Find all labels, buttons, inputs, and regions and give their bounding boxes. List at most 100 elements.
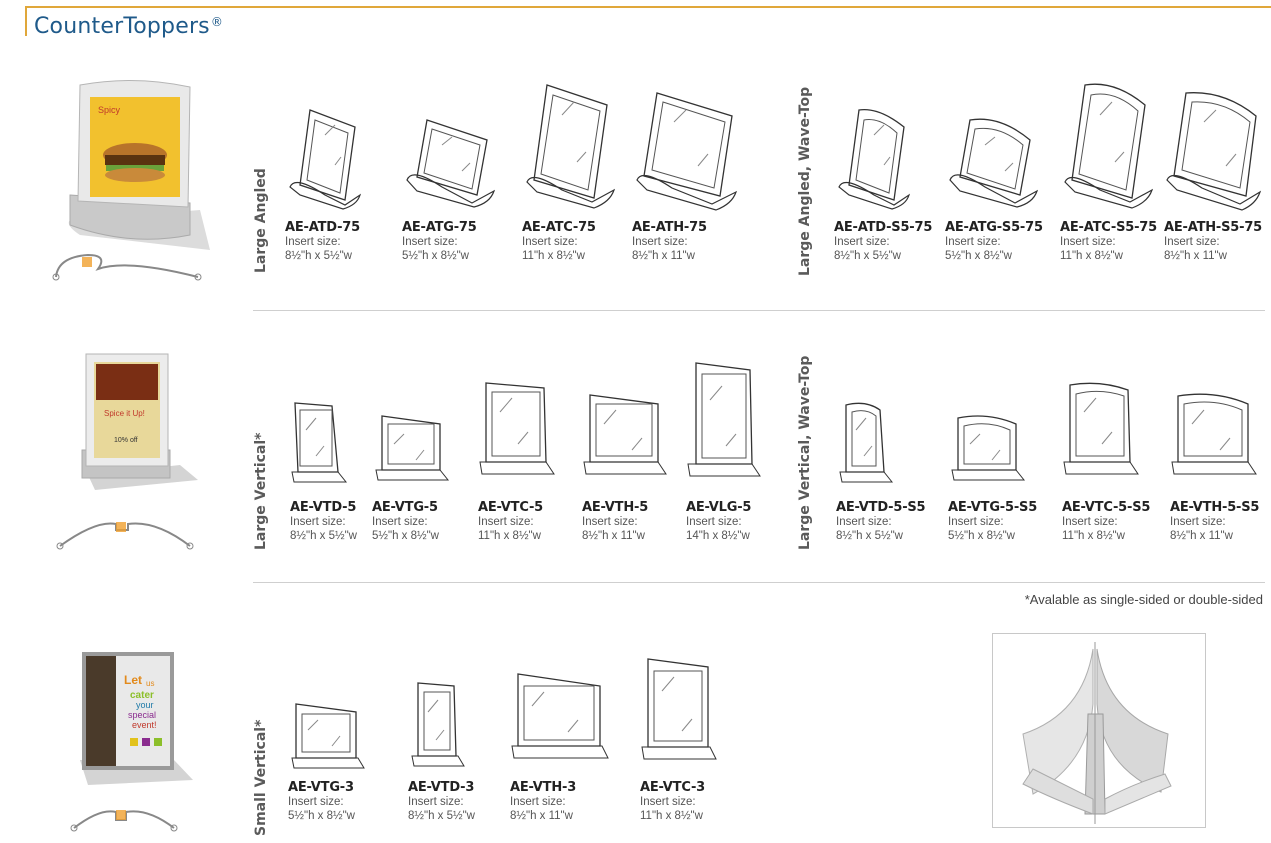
- insert-size-value: 5½"h x 8½"w: [288, 810, 355, 822]
- product-code: AE-ATD-S5-75: [834, 220, 933, 235]
- small-vertical-sign-icon: [411, 682, 465, 767]
- large-angled-photo: Spicy: [52, 75, 215, 299]
- section-label-large-angled: Large Angled: [253, 168, 269, 273]
- wave-top-vertical-sign-icon: [951, 415, 1026, 481]
- product-code: AE-VTC-5: [478, 500, 543, 515]
- insert-size-label: Insert size:: [1060, 236, 1116, 248]
- angled-sign-icon: [289, 109, 362, 210]
- product-code: AE-VTH-3: [510, 780, 577, 795]
- product-AE-VTC-5: AE-VTC-5 Insert size: 11"h x 8½"w: [478, 380, 598, 543]
- thumb3-word2: us: [146, 679, 154, 688]
- insert-size-label: Insert size:: [836, 516, 892, 528]
- thumb2-offer: 10% off: [114, 437, 138, 444]
- thumb3-word6: event!: [132, 720, 157, 730]
- insert-size-label: Insert size:: [522, 236, 578, 248]
- insert-size-label: Insert size:: [1164, 236, 1220, 248]
- product-code: AE-VTC-5-S5: [1062, 500, 1151, 515]
- small-vertical-sign-icon: [641, 658, 717, 760]
- product-AE-VLG-5: AE-VLG-5 Insert size: 14"h x 8½"w: [686, 360, 806, 543]
- insert-size-label: Insert size:: [372, 516, 428, 528]
- product-AE-VTG-3: AE-VTG-3 Insert size: 5½"h x 8½"w: [288, 700, 408, 823]
- insert-size-value: 8½"h x 11"w: [632, 250, 695, 262]
- header-rule: [25, 6, 1271, 8]
- wave-top-vertical-sign-icon: [1171, 393, 1257, 475]
- section-label-large-vertical: Large Vertical*: [253, 432, 269, 551]
- small-vertical-photo: Let us cater your special event!: [70, 650, 198, 832]
- insert-size-label: Insert size:: [834, 236, 890, 248]
- wave-top-vertical-sign-icon: [839, 402, 894, 483]
- insert-size-value: 5½"h x 8½"w: [948, 530, 1015, 542]
- insert-size-label: Insert size:: [288, 796, 344, 808]
- insert-size-label: Insert size:: [1170, 516, 1226, 528]
- product-AE-ATC-75: AE-ATC-75 Insert size: 11"h x 8½"w: [522, 80, 642, 263]
- double-sided-sign-icon: [1022, 642, 1172, 824]
- angled-sign-icon: [526, 84, 616, 209]
- insert-size-value: 8½"h x 11"w: [582, 530, 645, 542]
- vertical-sign-icon: [687, 362, 761, 477]
- header-rule-left: [25, 6, 27, 36]
- small-vertical-sign-icon: [511, 673, 609, 759]
- insert-size-value: 11"h x 8½"w: [640, 810, 703, 822]
- footnote: *Avalable as single-sided or double-side…: [1024, 592, 1263, 607]
- insert-size-label: Insert size:: [686, 516, 742, 528]
- insert-size-value: 8½"h x 11"w: [1170, 530, 1233, 542]
- vertical-sign-icon: [583, 394, 667, 475]
- product-AE-VTC-3: AE-VTC-3 Insert size: 11"h x 8½"w: [640, 655, 760, 823]
- insert-size-value: 11"h x 8½"w: [478, 530, 541, 542]
- insert-size-value: 14"h x 8½"w: [686, 530, 750, 542]
- insert-size-value: 11"h x 8½"w: [1062, 530, 1125, 542]
- insert-size-label: Insert size:: [285, 236, 341, 248]
- insert-size-value: 8½"h x 5½"w: [836, 530, 903, 542]
- wave-top-angled-sign-icon: [949, 118, 1039, 208]
- product-code: AE-VTC-3: [640, 780, 705, 795]
- insert-size-value: 5½"h x 8½"w: [402, 250, 469, 262]
- insert-size-label: Insert size:: [402, 236, 458, 248]
- insert-size-value: 8½"h x 11"w: [1164, 250, 1227, 262]
- insert-size-label: Insert size:: [945, 236, 1001, 248]
- insert-size-label: Insert size:: [510, 796, 566, 808]
- product-AE-VTG-5: AE-VTG-5 Insert size: 5½"h x 8½"w: [372, 412, 492, 543]
- product-AE-ATG-S5-75: AE-ATG-S5-75 Insert size: 5½"h x 8½"w: [945, 105, 1065, 263]
- product-code: AE-VLG-5: [686, 500, 752, 515]
- insert-size-value: 5½"h x 8½"w: [945, 250, 1012, 262]
- large-vertical-photo: Spice it Up! 10% off: [56, 350, 200, 550]
- insert-size-value: 11"h x 8½"w: [1060, 250, 1123, 262]
- insert-size-label: Insert size:: [582, 516, 638, 528]
- page-title: CounterToppers®: [34, 14, 223, 39]
- product-code: AE-ATD-75: [285, 220, 360, 235]
- product-AE-ATG-75: AE-ATG-75 Insert size: 5½"h x 8½"w: [402, 105, 522, 263]
- thumb3-word1: Let: [124, 673, 142, 687]
- wave-top-vertical-sign-icon: [1063, 382, 1139, 475]
- vertical-sign-icon: [479, 382, 555, 475]
- wave-top-angled-sign-icon: [1064, 83, 1154, 209]
- section-divider-1: [253, 310, 1265, 311]
- product-AE-ATC-S5-75: AE-ATC-S5-75 Insert size: 11"h x 8½"w: [1060, 80, 1180, 263]
- product-code: AE-VTH-5-S5: [1170, 500, 1260, 515]
- vertical-sign-icon: [291, 402, 348, 483]
- product-AE-VTH-3: AE-VTH-3 Insert size: 8½"h x 11"w: [510, 670, 630, 823]
- product-code: AE-VTH-5: [582, 500, 649, 515]
- product-AE-ATD-75: AE-ATD-75 Insert size: 8½"h x 5½"w: [285, 105, 405, 263]
- insert-size-label: Insert size:: [640, 796, 696, 808]
- registered-mark: ®: [210, 15, 224, 29]
- vertical-sign-icon: [375, 415, 450, 481]
- insert-size-label: Insert size:: [948, 516, 1004, 528]
- page-title-text: CounterToppers: [34, 14, 210, 39]
- product-AE-VTH-5-S5: AE-VTH-5-S5 Insert size: 8½"h x 11"w: [1170, 390, 1271, 543]
- insert-size-label: Insert size:: [1062, 516, 1118, 528]
- product-AE-ATD-S5-75: AE-ATD-S5-75 Insert size: 8½"h x 5½"w: [834, 105, 954, 263]
- section-label-small-vertical: Small Vertical*: [253, 719, 269, 836]
- product-code: AE-VTG-5-S5: [948, 500, 1038, 515]
- product-AE-ATH-75: AE-ATH-75 Insert size: 8½"h x 11"w: [632, 88, 752, 263]
- angled-sign-icon: [406, 119, 496, 208]
- insert-size-value: 8½"h x 5½"w: [834, 250, 901, 262]
- product-code: AE-ATG-S5-75: [945, 220, 1043, 235]
- product-AE-VTD-5-S5: AE-VTD-5-S5 Insert size: 8½"h x 5½"w: [836, 400, 956, 543]
- product-code: AE-ATH-S5-75: [1164, 220, 1263, 235]
- section-label-large-angled-wave: Large Angled, Wave-Top: [797, 86, 813, 276]
- product-code: AE-ATC-S5-75: [1060, 220, 1157, 235]
- thumb2-headline: Spice it Up!: [104, 409, 145, 418]
- double-sided-illustration: [992, 633, 1206, 828]
- product-AE-VTH-5: AE-VTH-5 Insert size: 8½"h x 11"w: [582, 392, 702, 543]
- section-divider-2: [253, 582, 1265, 583]
